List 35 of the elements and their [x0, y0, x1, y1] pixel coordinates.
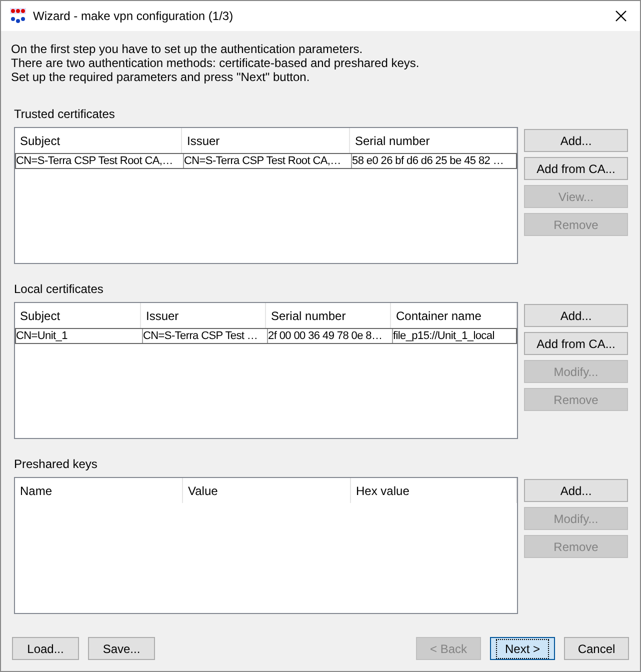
table-cell: CN=S-Terra CSP Test … — [142, 329, 267, 343]
column-header[interactable]: Container name — [391, 303, 517, 328]
table-cell: 58 e0 26 bf d6 d6 25 be 45 82 … — [351, 154, 518, 168]
dialog-button[interactable]: Save... — [88, 637, 155, 660]
section-label: Trusted certificates — [14, 107, 116, 121]
column-header[interactable]: Name — [15, 478, 183, 503]
instruction-text: Set up the required parameters and press "Next" button. — [11, 70, 311, 84]
column-header[interactable]: Serial number — [266, 303, 391, 328]
dialog-button[interactable]: Cancel — [564, 637, 629, 660]
column-header[interactable]: Issuer — [182, 128, 350, 153]
dialog-button[interactable]: Add from CA... — [524, 157, 628, 180]
table-cell-text: CN=Unit_1 — [16, 329, 68, 343]
column-header[interactable]: Serial number — [350, 128, 517, 153]
table-cell: file_p15://Unit_1_local — [392, 329, 518, 343]
instruction-text: On the first step you have to set up the authentication parameters. — [11, 42, 364, 56]
column-header[interactable]: Subject — [15, 128, 182, 153]
instruction-text: There are two authentication methods: certificate-based and preshared keys. — [11, 56, 420, 70]
dialog-button[interactable]: Next > — [490, 637, 555, 660]
column-header[interactable]: Issuer — [141, 303, 266, 328]
table-cell: 2f 00 00 36 49 78 0e 8… — [267, 329, 392, 343]
table-cell-text: CN=S-Terra CSP Test Root CA,… — [16, 154, 174, 168]
dialog-button[interactable]: Add from CA... — [524, 332, 628, 355]
window-title: Wizard - make vpn configuration (1/3) — [33, 8, 234, 25]
dialog-button[interactable]: Add... — [524, 129, 628, 152]
column-header[interactable]: Subject — [15, 303, 141, 328]
table-cell: CN=S-Terra CSP Test Root CA,… — [183, 154, 351, 168]
dialog-button[interactable]: Add... — [524, 479, 628, 502]
dialog-button[interactable]: Load... — [12, 637, 79, 660]
close-icon[interactable] — [615, 10, 627, 22]
app-icon — [10, 8, 26, 24]
section-label: Preshared keys — [14, 457, 98, 471]
column-header[interactable]: Value — [183, 478, 351, 503]
section-label: Local certificates — [14, 282, 104, 296]
column-header[interactable]: Hex value — [351, 478, 517, 503]
dialog-button[interactable]: Add... — [524, 304, 628, 327]
